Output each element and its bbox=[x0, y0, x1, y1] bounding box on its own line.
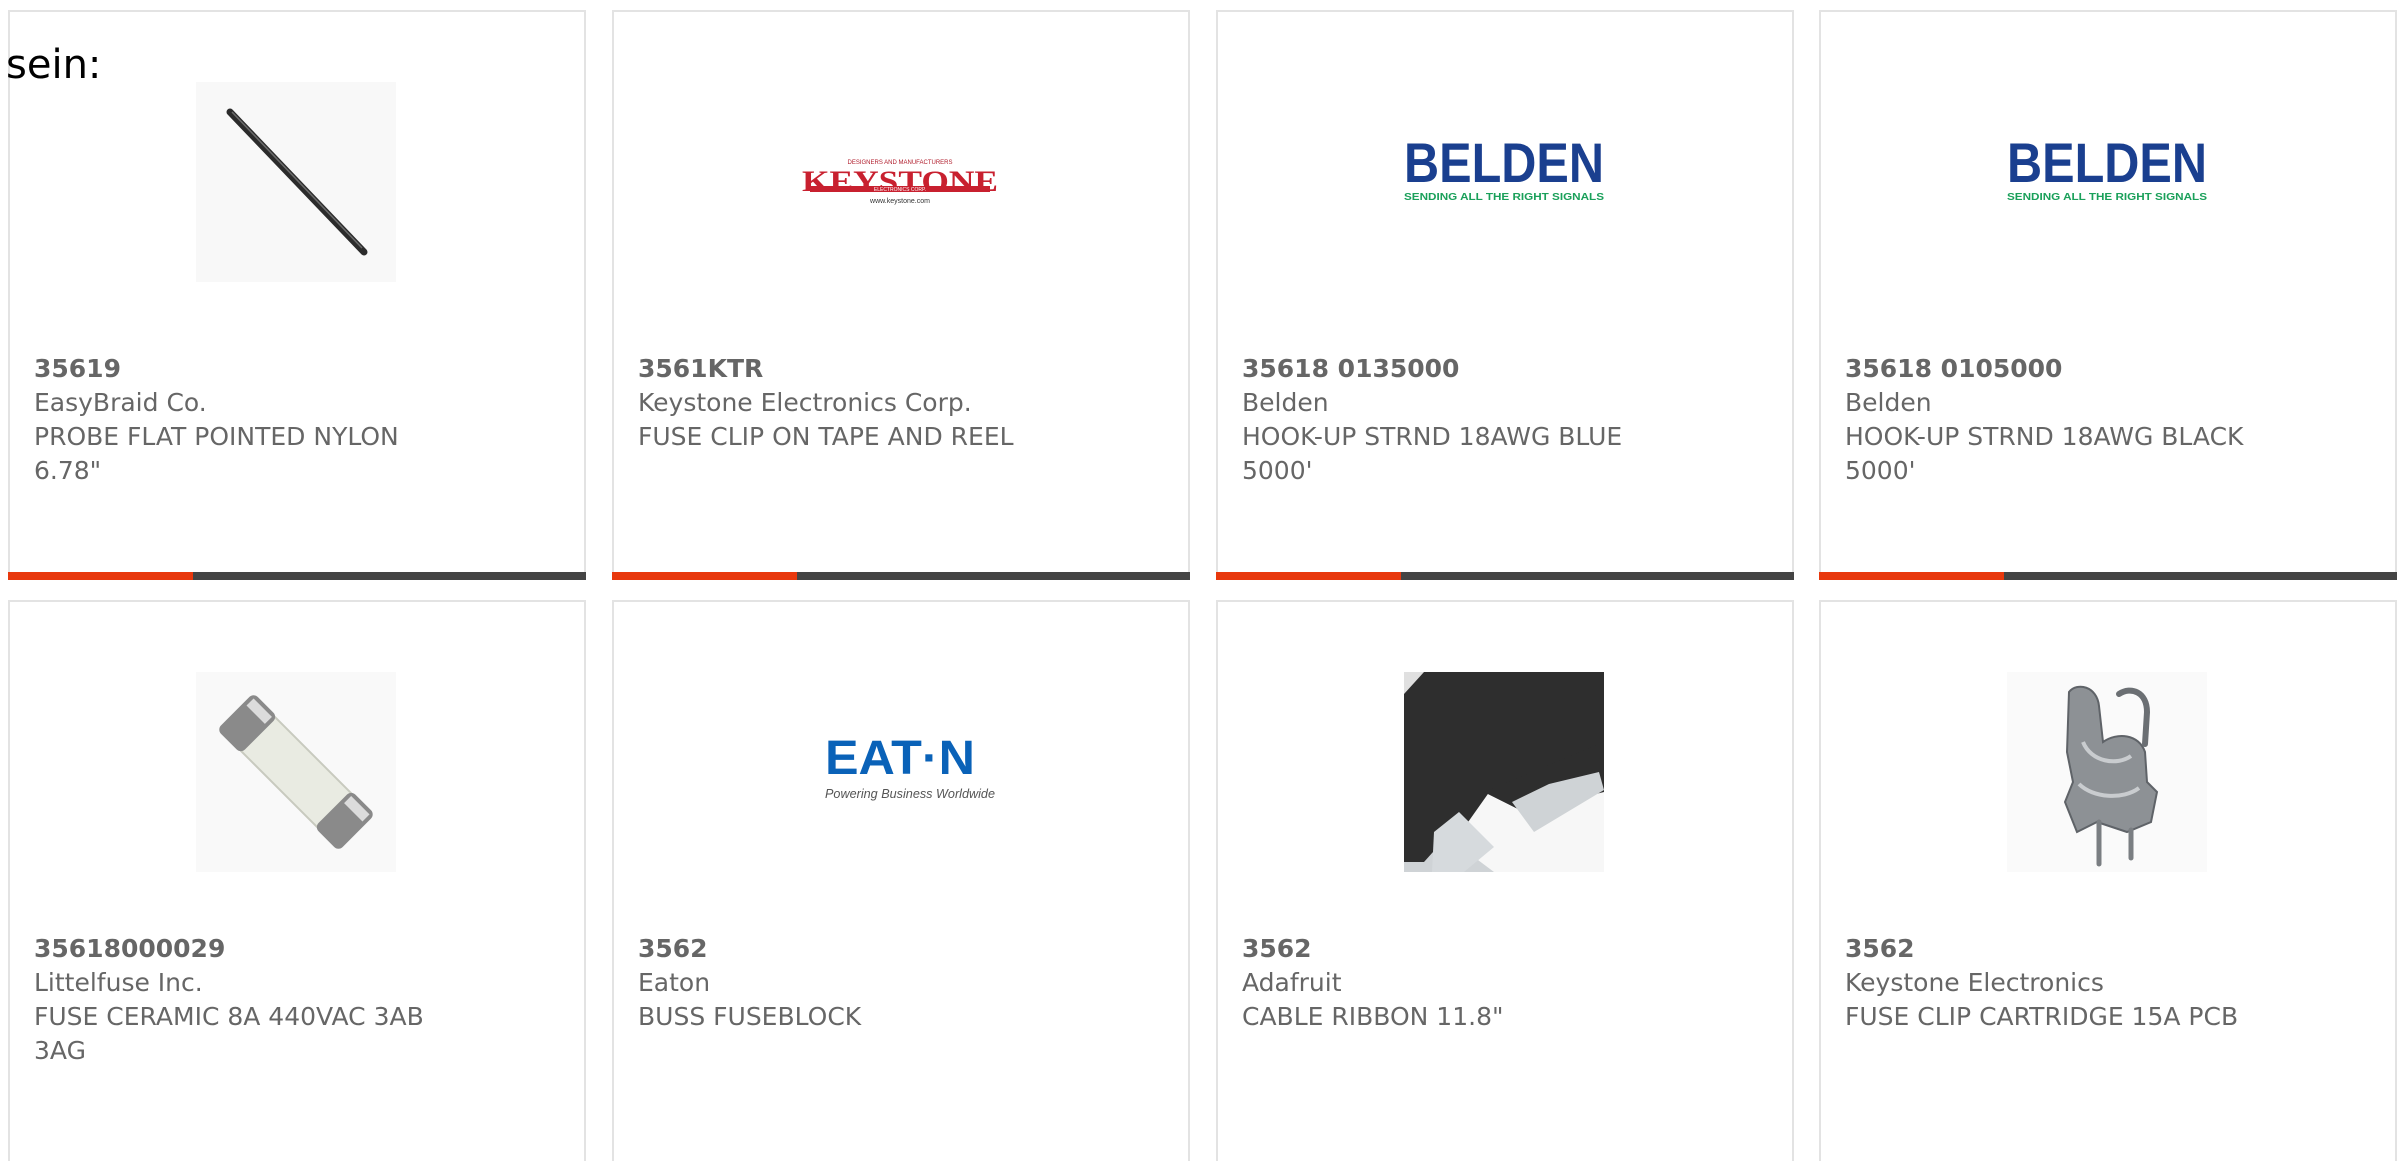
product-card[interactable]: 35619 EasyBraid Co. PROBE FLAT POINTED N… bbox=[8, 10, 586, 580]
progress-bar bbox=[8, 572, 586, 580]
manufacturer: Belden bbox=[1845, 388, 1932, 417]
description: FUSE CLIP CARTRIDGE 15A PCB bbox=[1845, 1002, 2239, 1031]
logo-tagline: Powering Business Worldwide bbox=[825, 786, 995, 801]
product-card[interactable]: BELDEN SENDING ALL THE RIGHT SIGNALS 356… bbox=[1216, 10, 1794, 580]
fuse-clip-image[interactable] bbox=[2007, 672, 2207, 872]
description: PROBE FLAT POINTED NYLON 6.78" bbox=[34, 422, 399, 485]
part-number-link[interactable]: 3562 bbox=[1845, 932, 2265, 966]
product-card[interactable]: 3562 Adafruit CABLE RIBBON 11.8" bbox=[1216, 600, 1794, 1161]
intro-text: sein: bbox=[6, 42, 102, 88]
manufacturer: EasyBraid Co. bbox=[34, 388, 207, 417]
belden-logo[interactable]: BELDEN SENDING ALL THE RIGHT SIGNALS bbox=[2007, 82, 2207, 282]
part-number-link[interactable]: 3561KTR bbox=[638, 352, 1058, 386]
product-info: 3562 Keystone Electronics FUSE CLIP CART… bbox=[1845, 932, 2265, 1034]
description: CABLE RIBBON 11.8" bbox=[1242, 1002, 1504, 1031]
part-number-link[interactable]: 35618 0105000 bbox=[1845, 352, 2265, 386]
part-number-link[interactable]: 35618000029 bbox=[34, 932, 454, 966]
product-info: 35618 0135000 Belden HOOK-UP STRND 18AWG… bbox=[1242, 352, 1662, 488]
manufacturer: Adafruit bbox=[1242, 968, 1342, 997]
logo-wordmark: BELDEN bbox=[1404, 131, 1604, 194]
description: FUSE CERAMIC 8A 440VAC 3AB 3AG bbox=[34, 1002, 424, 1065]
progress-fill bbox=[1819, 572, 2004, 580]
ribbon-cable-image[interactable] bbox=[1404, 672, 1604, 872]
description: HOOK-UP STRND 18AWG BLUE 5000' bbox=[1242, 422, 1623, 485]
manufacturer: Keystone Electronics bbox=[1845, 968, 2104, 997]
progress-bar bbox=[612, 572, 1190, 580]
logo-wordmark: EAT·N bbox=[825, 732, 975, 785]
progress-fill bbox=[612, 572, 797, 580]
product-card[interactable]: DESIGNERS AND MANUFACTURERS KEYSTONE ELE… bbox=[612, 10, 1190, 580]
product-info: 35619 EasyBraid Co. PROBE FLAT POINTED N… bbox=[34, 352, 454, 488]
manufacturer: Littelfuse Inc. bbox=[34, 968, 203, 997]
logo-url-text: www.keystone.com bbox=[869, 198, 930, 205]
progress-bar bbox=[1819, 572, 2397, 580]
eaton-logo[interactable]: EAT·N Powering Business Worldwide bbox=[800, 672, 1000, 872]
product-grid: 35619 EasyBraid Co. PROBE FLAT POINTED N… bbox=[0, 0, 2400, 1161]
logo-tagline: SENDING ALL THE RIGHT SIGNALS bbox=[2007, 192, 2207, 203]
product-info: 35618 0105000 Belden HOOK-UP STRND 18AWG… bbox=[1845, 352, 2265, 488]
progress-bar bbox=[1216, 572, 1794, 580]
logo-wordmark: BELDEN bbox=[2007, 131, 2207, 194]
ceramic-fuse-image[interactable] bbox=[196, 672, 396, 872]
description: BUSS FUSEBLOCK bbox=[638, 1002, 862, 1031]
product-card[interactable]: 3562 Keystone Electronics FUSE CLIP CART… bbox=[1819, 600, 2397, 1161]
description: HOOK-UP STRND 18AWG BLACK 5000' bbox=[1845, 422, 2244, 485]
keystone-logo[interactable]: DESIGNERS AND MANUFACTURERS KEYSTONE ELE… bbox=[800, 82, 1000, 282]
manufacturer: Eaton bbox=[638, 968, 711, 997]
product-card[interactable]: 35618000029 Littelfuse Inc. FUSE CERAMIC… bbox=[8, 600, 586, 1161]
belden-logo[interactable]: BELDEN SENDING ALL THE RIGHT SIGNALS bbox=[1404, 82, 1604, 282]
probe-image[interactable] bbox=[196, 82, 396, 282]
logo-wordmark: KEYSTONE bbox=[802, 165, 998, 198]
product-card[interactable]: EAT·N Powering Business Worldwide 3562 E… bbox=[612, 600, 1190, 1161]
product-info: 3562 Adafruit CABLE RIBBON 11.8" bbox=[1242, 932, 1662, 1034]
product-info: 35618000029 Littelfuse Inc. FUSE CERAMIC… bbox=[34, 932, 454, 1068]
logo-tagline: SENDING ALL THE RIGHT SIGNALS bbox=[1404, 192, 1604, 203]
manufacturer: Belden bbox=[1242, 388, 1329, 417]
product-info: 3562 Eaton BUSS FUSEBLOCK bbox=[638, 932, 1058, 1034]
product-info: 3561KTR Keystone Electronics Corp. FUSE … bbox=[638, 352, 1058, 454]
manufacturer: Keystone Electronics Corp. bbox=[638, 388, 972, 417]
description: FUSE CLIP ON TAPE AND REEL bbox=[638, 422, 1014, 451]
logo-sub-text: ELECTRONICS CORP. bbox=[874, 187, 926, 193]
part-number-link[interactable]: 35618 0135000 bbox=[1242, 352, 1662, 386]
part-number-link[interactable]: 3562 bbox=[1242, 932, 1662, 966]
progress-fill bbox=[8, 572, 193, 580]
progress-fill bbox=[1216, 572, 1401, 580]
product-card[interactable]: BELDEN SENDING ALL THE RIGHT SIGNALS 356… bbox=[1819, 10, 2397, 580]
part-number-link[interactable]: 35619 bbox=[34, 352, 454, 386]
part-number-link[interactable]: 3562 bbox=[638, 932, 1058, 966]
